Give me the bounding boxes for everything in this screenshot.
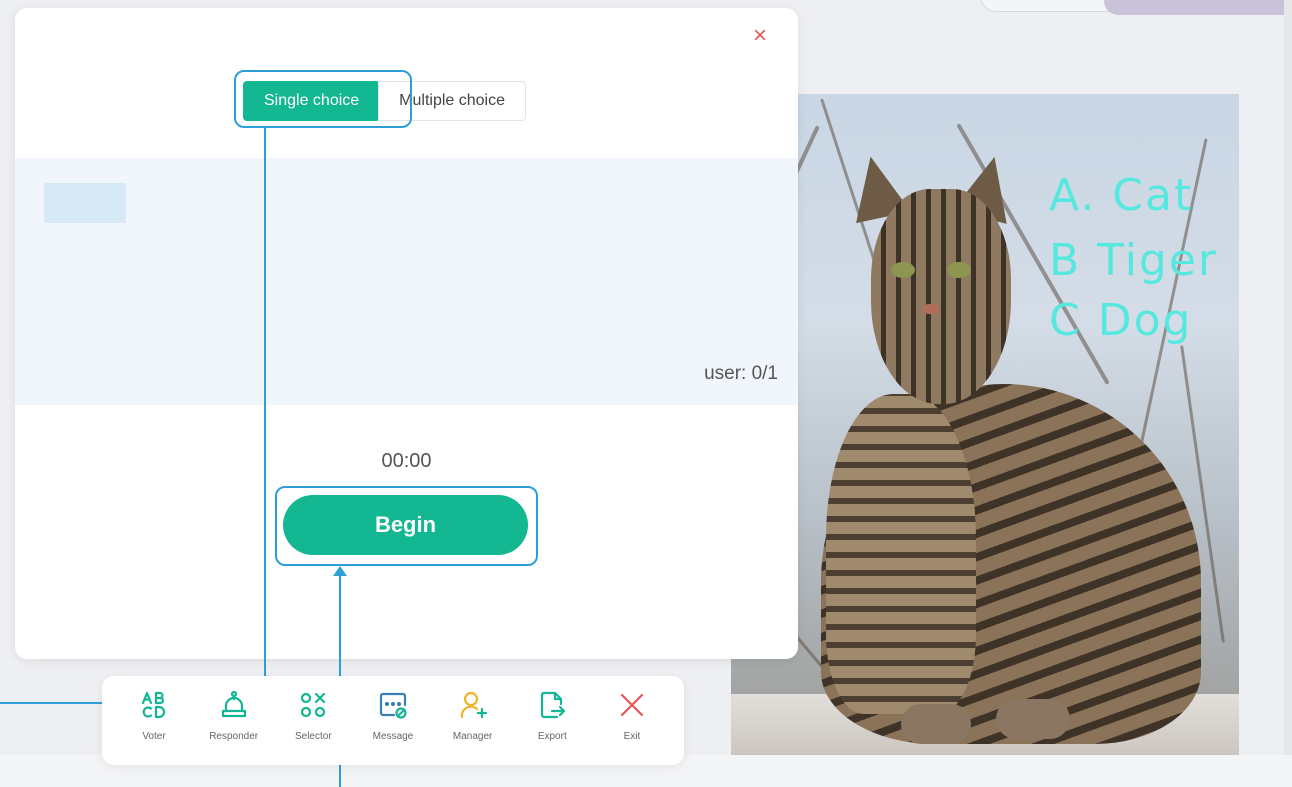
toolbar-label: Voter [142,731,166,742]
tab-multiple-choice[interactable]: Multiple choice [378,81,526,121]
export-icon [541,691,566,719]
user-count: user: 0/1 [704,363,778,384]
results-area: user: 0/1 [15,158,798,405]
voting-panel: × Single choice Multiple choice user: 0/… [15,8,798,659]
toolbar-item-voter[interactable]: Voter [118,690,190,765]
toolbar-item-selector[interactable]: Selector [277,690,349,765]
cat-eye-left [891,262,915,278]
annotation-line-a: A. Cat [1049,170,1194,221]
cat-chest [826,394,976,714]
bell-icon [221,690,246,718]
toolbar-label: Exit [623,731,641,742]
mode-tabs: Single choice Multiple choice [243,81,526,121]
callout-line [264,128,266,703]
callout-arrowhead [333,566,347,576]
cat-nose [923,304,939,314]
cat-eye-right [947,262,971,278]
timer: 00:00 [381,450,432,472]
toolbar-item-responder[interactable]: Responder [198,690,270,765]
bottom-toolbar: Voter Responder Selector Message Manager… [102,676,684,765]
toolbar-label: Manager [452,731,493,742]
tab-single-choice[interactable]: Single choice [243,81,381,121]
toolbar-item-exit[interactable]: Exit [596,690,668,765]
cat-head [871,189,1011,404]
right-edge [1284,0,1292,787]
annotation-line-b: B Tiger [1049,235,1219,286]
toolbar-item-export[interactable]: Export [516,690,588,765]
exit-icon [620,693,644,717]
toolbar-label: Export [537,731,567,742]
toolbar-label: Message [372,731,414,742]
manager-icon [460,691,487,719]
selector-icon [301,692,326,718]
toolbar-label: Responder [209,731,259,742]
abcd-icon [141,691,166,719]
top-corner-tab [1104,0,1292,15]
cat-paw [996,699,1070,739]
toolbar-item-manager[interactable]: Manager [437,690,509,765]
result-placeholder [44,183,126,223]
toolbar-item-message[interactable]: Message [357,690,429,765]
cat-photo: A. Cat B Tiger C Dog [731,94,1239,755]
close-icon[interactable]: × [748,24,772,48]
toolbar-label: Selector [294,731,332,742]
message-icon [379,692,407,719]
begin-button[interactable]: Begin [283,495,528,555]
cat-paw [901,704,971,744]
annotation-line-c: C Dog [1049,295,1193,346]
